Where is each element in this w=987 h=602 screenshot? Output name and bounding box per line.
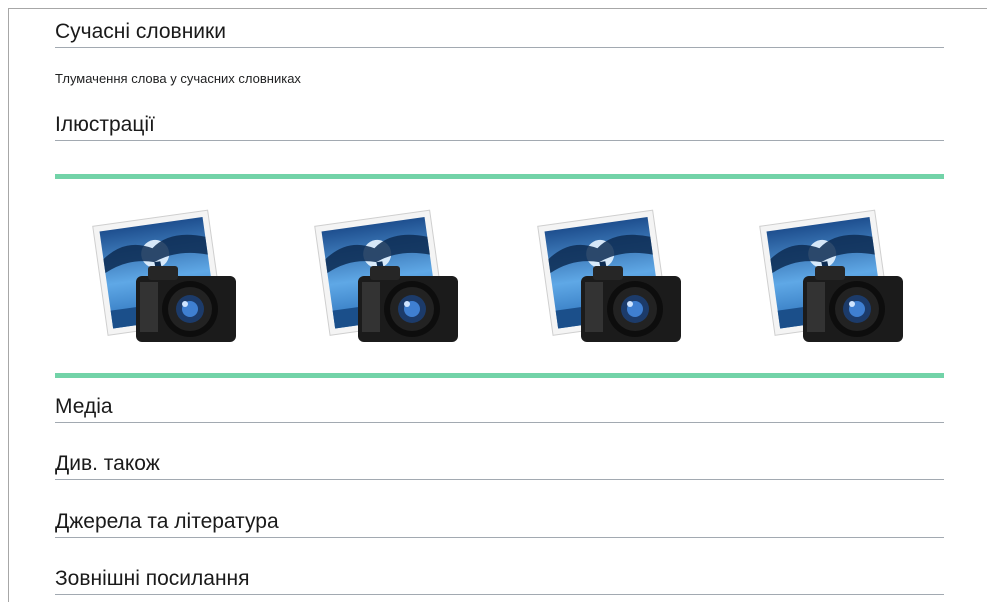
modern-dictionaries-description: Тлумачення слова у сучасних словниках — [55, 71, 301, 86]
heading-modern-dictionaries[interactable]: Сучасні словники — [55, 19, 944, 48]
photo-placeholder-icon — [314, 209, 459, 342]
gallery-bottom-bar — [55, 373, 944, 378]
photo-placeholder-icon — [759, 209, 903, 342]
gallery — [55, 194, 944, 364]
heading-see-also[interactable]: Див. також — [55, 451, 944, 480]
article-frame: Сучасні словники Тлумачення слова у суча… — [8, 8, 987, 602]
heading-illustrations[interactable]: Ілюстрації — [55, 112, 944, 141]
photo-placeholder-icon — [536, 209, 681, 342]
gallery-item[interactable] — [306, 199, 471, 359]
photo-placeholder-icon — [92, 209, 237, 342]
gallery-top-bar — [55, 174, 944, 179]
gallery-item[interactable] — [84, 199, 249, 359]
gallery-item[interactable] — [750, 199, 915, 359]
heading-external-links[interactable]: Зовнішні посилання — [55, 566, 944, 595]
heading-sources[interactable]: Джерела та література — [55, 509, 944, 538]
gallery-item[interactable] — [528, 199, 693, 359]
heading-media[interactable]: Медіа — [55, 394, 944, 423]
